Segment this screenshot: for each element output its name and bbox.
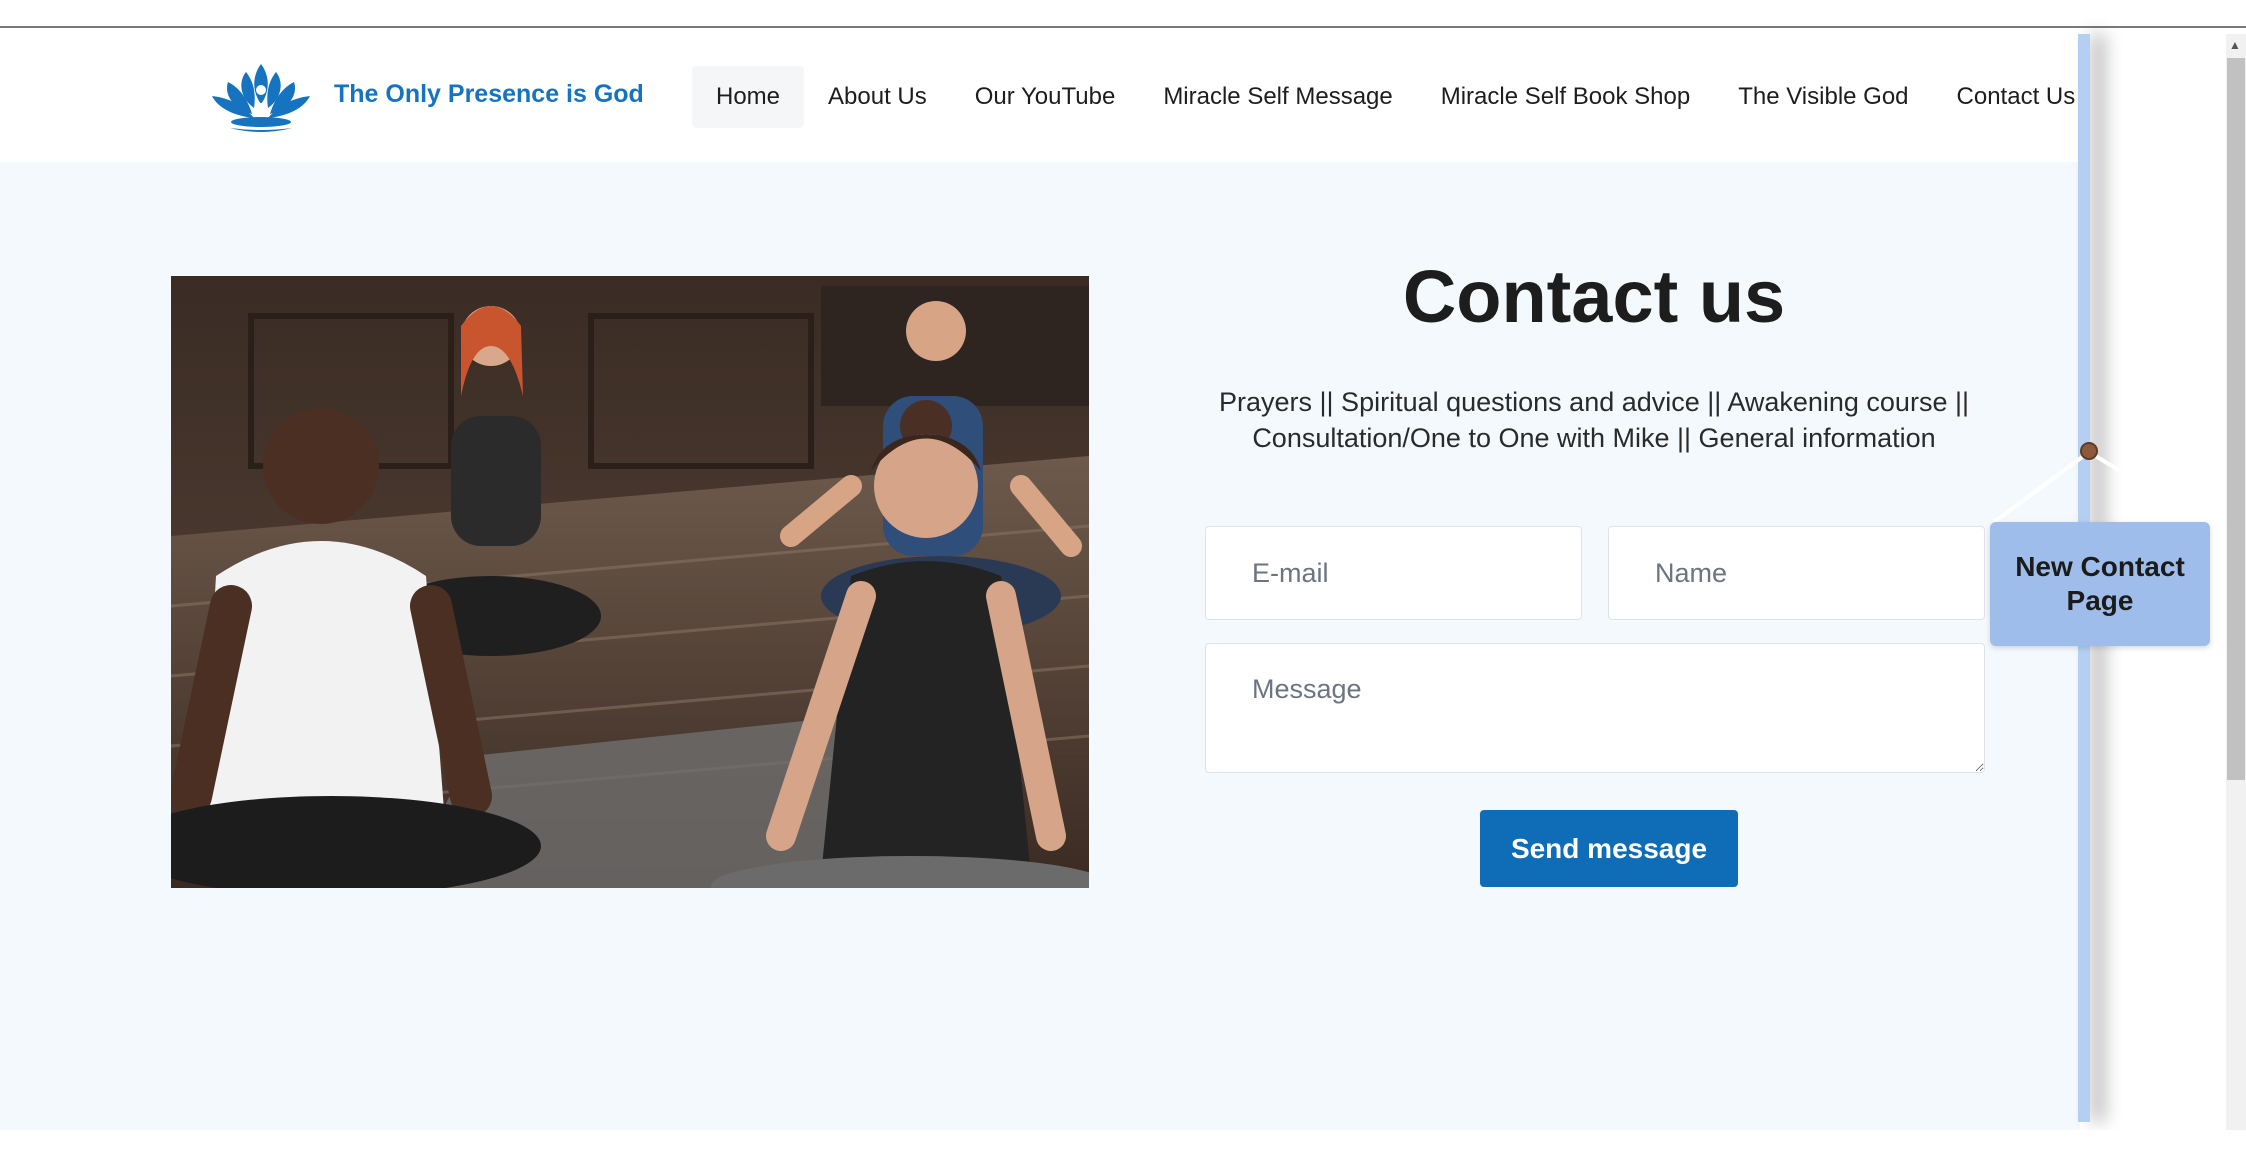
- lotus-logo-icon[interactable]: [208, 58, 314, 134]
- page-bottom-strip: [0, 1130, 2226, 1149]
- contact-topics-text: Prayers || Spiritual questions and advic…: [1219, 387, 1969, 453]
- nav-contact-us[interactable]: Contact Us: [1933, 66, 2100, 128]
- annotation-pin-icon: [2080, 442, 2098, 460]
- nav-the-visible-god[interactable]: The Visible God: [1714, 66, 1932, 128]
- send-message-button[interactable]: Send message: [1480, 810, 1738, 887]
- nav-miracle-self-message[interactable]: Miracle Self Message: [1139, 66, 1416, 128]
- nav-miracle-self-book-shop[interactable]: Miracle Self Book Shop: [1417, 66, 1714, 128]
- meditation-class-photo: [171, 276, 1089, 888]
- email-field[interactable]: [1205, 526, 1582, 620]
- scroll-up-arrow-icon[interactable]: ▲: [2229, 38, 2241, 52]
- site-header: The Only Presence is God Home About Us O…: [0, 28, 2080, 162]
- main-navigation: Home About Us Our YouTube Miracle Self M…: [692, 66, 2099, 128]
- nav-home[interactable]: Home: [692, 66, 805, 128]
- nav-about-us[interactable]: About Us: [804, 66, 951, 128]
- name-field[interactable]: [1608, 526, 1985, 620]
- message-field[interactable]: [1205, 643, 1985, 773]
- annotation-card: New Contact Page: [1990, 522, 2210, 646]
- contact-heading: Contact us: [1402, 255, 1786, 338]
- nav-our-youtube[interactable]: Our YouTube: [951, 66, 1140, 128]
- scrollbar-thumb[interactable]: [2227, 58, 2245, 780]
- site-brand-name[interactable]: The Only Presence is God: [334, 80, 644, 109]
